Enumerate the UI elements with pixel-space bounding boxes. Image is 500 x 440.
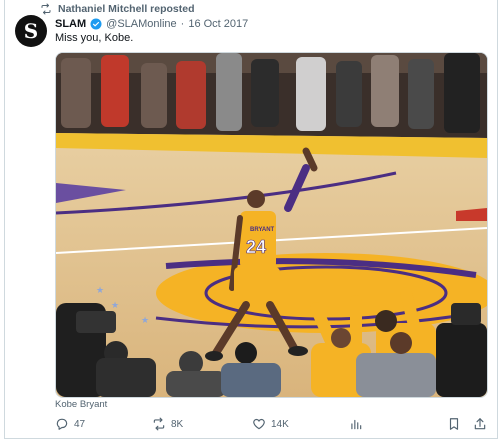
bookmark-button[interactable] — [447, 417, 461, 431]
post-image[interactable]: BRYANT 24 ★ ★ ★ ★ — [55, 52, 488, 398]
author-handle[interactable]: @SLAMonline — [106, 18, 176, 30]
repost-count: 8K — [171, 418, 184, 430]
heart-icon — [253, 418, 265, 430]
image-caption: Kobe Bryant — [55, 399, 108, 410]
repost-icon — [41, 3, 51, 15]
kobe-farewell-photo: BRYANT 24 ★ ★ ★ ★ — [56, 53, 487, 397]
repost-button[interactable]: 8K — [152, 417, 183, 431]
bookmark-icon — [449, 418, 459, 430]
views-chart-icon — [351, 419, 362, 430]
reply-count: 47 — [74, 418, 86, 430]
reply-icon — [56, 418, 68, 430]
svg-text:★: ★ — [141, 315, 149, 325]
post-date[interactable]: 16 Oct 2017 — [188, 18, 248, 30]
share-button[interactable] — [473, 417, 487, 431]
svg-text:★: ★ — [111, 300, 119, 310]
reply-button[interactable]: 47 — [55, 417, 85, 431]
repost-icon — [153, 417, 165, 431]
jersey-name: BRYANT — [250, 227, 275, 233]
like-count: 14K — [271, 418, 289, 430]
header-separator: · — [180, 18, 185, 30]
svg-text:★: ★ — [96, 285, 104, 295]
like-button[interactable]: 14K — [252, 417, 289, 431]
share-icon — [474, 418, 486, 430]
jersey-number: 24 — [246, 237, 266, 257]
views-button[interactable] — [349, 417, 363, 431]
repost-indicator: Nathaniel Mitchell reposted — [40, 2, 195, 16]
verified-badge-icon — [90, 18, 102, 30]
avatar[interactable]: S — [15, 15, 47, 47]
post-text: Miss you, Kobe. — [55, 32, 134, 44]
author-name[interactable]: SLAM — [55, 18, 86, 30]
post-header: SLAM @SLAMonline · 16 Oct 2017 — [55, 16, 248, 32]
avatar-letter: S — [23, 19, 39, 43]
action-bar: 47 8K 14K — [55, 415, 488, 433]
repost-label: Nathaniel Mitchell reposted — [58, 3, 195, 15]
